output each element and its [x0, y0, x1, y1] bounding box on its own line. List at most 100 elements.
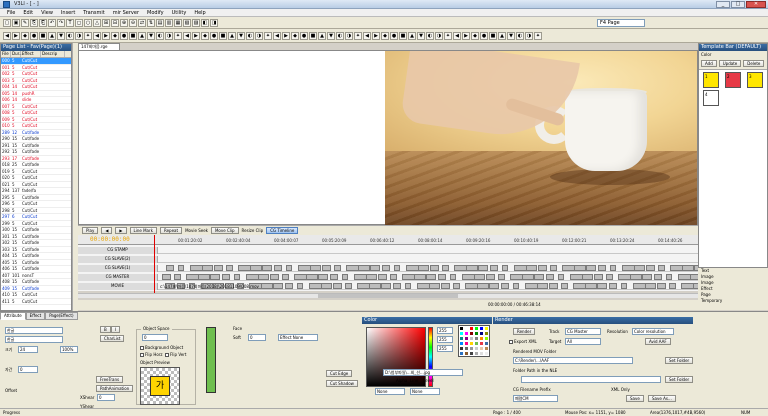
format-tool-icon[interactable]: ■ — [39, 32, 47, 40]
toolbar-tool-icon[interactable]: ▥ — [165, 19, 173, 27]
format-tool-icon[interactable]: ◑ — [75, 32, 83, 40]
timeline-clip[interactable] — [594, 274, 603, 280]
page-combo[interactable]: F4 Page — [597, 19, 645, 27]
play-button[interactable]: Play — [82, 227, 99, 234]
format-tool-icon[interactable]: ◀ — [363, 32, 371, 40]
timeline-clip[interactable] — [286, 265, 292, 271]
timeline-clip[interactable] — [498, 274, 505, 280]
palette-color[interactable] — [484, 351, 489, 356]
timeline-clip[interactable] — [657, 283, 666, 289]
timeline-track[interactable]: CG STAMP — [78, 247, 698, 254]
timeline-track[interactable]: CG SLAVE(1) — [78, 265, 704, 272]
move-clip-button[interactable]: Move Clip — [210, 227, 239, 234]
export-xml-checkbox[interactable]: Export XML — [509, 339, 537, 344]
toolbar-tool-icon[interactable]: ⊞ — [102, 19, 110, 27]
menu-item-insert[interactable]: Insert — [57, 10, 79, 16]
next-frame-button[interactable]: ▶ — [115, 227, 127, 234]
timeline-clip[interactable] — [477, 283, 489, 289]
timeline-clip[interactable] — [630, 274, 642, 280]
timeline-clip[interactable] — [634, 265, 645, 271]
italic-button[interactable]: I — [111, 326, 121, 333]
format-tool-icon[interactable]: ◑ — [345, 32, 353, 40]
format-tool-icon[interactable]: ✦ — [354, 32, 362, 40]
set-folder-button[interactable]: Set Folder — [665, 357, 694, 364]
timeline-clip[interactable] — [502, 265, 508, 271]
timeline-clip[interactable] — [318, 274, 328, 280]
timeline-clip[interactable] — [282, 274, 289, 280]
timeline-clip[interactable] — [226, 265, 233, 271]
font-select-secondary[interactable]: 한글 — [5, 336, 63, 343]
format-tool-icon[interactable]: ■ — [219, 32, 227, 40]
toolbar-tool-icon[interactable]: ↶ — [48, 19, 56, 27]
timeline-clip[interactable] — [645, 283, 656, 289]
toolbar-tool-icon[interactable]: ▢ — [3, 19, 11, 27]
timeline-clip[interactable] — [198, 274, 210, 280]
bold-button[interactable]: B — [100, 326, 111, 333]
set-folder-nle-button[interactable]: Set Folder — [665, 376, 694, 383]
timeline-clip[interactable] — [345, 283, 352, 289]
format-tool-icon[interactable]: ▲ — [48, 32, 56, 40]
render-button[interactable]: Render — [513, 328, 536, 335]
timeline-clip[interactable] — [250, 265, 262, 271]
format-tool-icon[interactable]: ◀ — [93, 32, 101, 40]
toolbar-tool-icon[interactable]: ⊟ — [111, 19, 119, 27]
format-tool-icon[interactable]: ▼ — [147, 32, 155, 40]
template-swatch[interactable]: 2 — [725, 72, 741, 88]
toolbar-tool-icon[interactable]: ⎘ — [30, 19, 38, 27]
soft-field[interactable]: 0 — [248, 334, 266, 341]
timeline-clip[interactable] — [441, 283, 450, 289]
format-tool-icon[interactable]: ▶ — [12, 32, 20, 40]
tab-page-effect[interactable]: Page(Effect) — [45, 312, 78, 320]
timeline-clip[interactable] — [621, 283, 627, 289]
toolbar-tool-icon[interactable]: ▣ — [12, 19, 20, 27]
format-tool-icon[interactable]: ▲ — [408, 32, 416, 40]
format-tool-icon[interactable]: ■ — [399, 32, 407, 40]
avid-aaf-button[interactable]: Avid AAF — [645, 338, 671, 345]
background-object-checkbox[interactable]: Background Object — [140, 345, 183, 350]
timeline-clip[interactable] — [466, 265, 478, 271]
format-tool-icon[interactable]: ▲ — [228, 32, 236, 40]
timeline-clip[interactable] — [261, 283, 273, 289]
toolbar-tool-icon[interactable]: ⎗ — [39, 19, 47, 27]
timeline-track[interactable]: CG SLAVE(2) — [78, 256, 698, 263]
menu-item-utility[interactable]: Utility — [168, 10, 191, 16]
red-field[interactable]: 255 — [437, 327, 453, 334]
timeline-track[interactable]: MOVIE c:\147회\마음\147회마음(2018)\20181109\00… — [78, 283, 705, 290]
format-tool-icon[interactable]: ◆ — [291, 32, 299, 40]
format-tool-icon[interactable]: ✦ — [534, 32, 542, 40]
timeline-clip[interactable] — [450, 274, 456, 280]
menu-item-file[interactable]: File — [3, 10, 19, 16]
column-header[interactable]: Effect — [21, 51, 41, 57]
format-tool-icon[interactable]: ◆ — [201, 32, 209, 40]
freetrans-button[interactable]: FreeTrans — [96, 376, 124, 383]
timeline-clip[interactable] — [490, 265, 498, 271]
format-tool-icon[interactable]: ▶ — [282, 32, 290, 40]
format-tool-icon[interactable]: ● — [300, 32, 308, 40]
timeline-clip[interactable] — [162, 274, 171, 280]
timeline-clip[interactable] — [522, 274, 534, 280]
delete-template-button[interactable]: Delete — [743, 60, 765, 67]
flip-vert-checkbox[interactable]: Flip Vert — [165, 352, 186, 357]
timeline-track[interactable]: CG MASTER — [78, 274, 701, 281]
blue-field[interactable]: 255 — [437, 345, 453, 352]
charlist-button[interactable]: CharList — [100, 335, 125, 342]
timeline-clip[interactable] — [321, 283, 332, 289]
object-type-item[interactable]: Temporary — [698, 298, 768, 304]
timeline-clip[interactable] — [513, 283, 519, 289]
timeline-clip[interactable] — [178, 265, 184, 271]
column-header[interactable]: Dur... — [11, 51, 23, 57]
timeline-clip[interactable] — [453, 283, 460, 289]
timeline-scrollbar[interactable] — [78, 293, 698, 298]
object-space-field[interactable]: 0 — [142, 334, 168, 341]
timeline-clip[interactable] — [442, 265, 449, 271]
toolbar-tool-icon[interactable]: ▦ — [174, 19, 182, 27]
timeline-clip[interactable] — [306, 274, 318, 280]
timeline-clip[interactable] — [262, 265, 272, 271]
format-tool-icon[interactable]: ▶ — [102, 32, 110, 40]
toolbar-tool-icon[interactable]: ⊕ — [120, 19, 128, 27]
update-template-button[interactable]: Update — [718, 60, 742, 67]
toolbar-tool-icon[interactable]: ○ — [84, 19, 92, 27]
timeline-clip[interactable] — [394, 265, 400, 271]
format-tool-icon[interactable]: ◆ — [21, 32, 29, 40]
preview-canvas[interactable] — [78, 50, 698, 226]
